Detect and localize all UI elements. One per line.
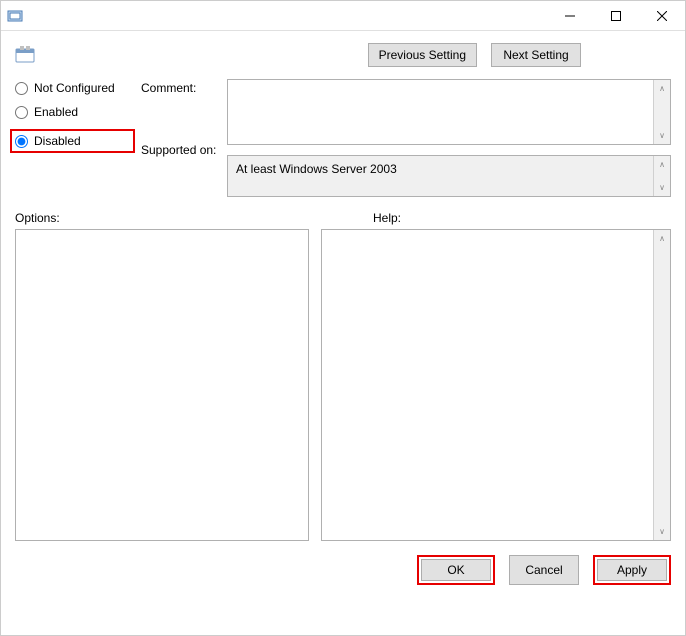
supported-on-scrollbar[interactable]: ∧ ∨ [653, 156, 670, 196]
previous-setting-button[interactable]: Previous Setting [368, 43, 477, 67]
help-label: Help: [373, 211, 401, 225]
app-icon [7, 8, 23, 24]
scroll-down-icon: ∨ [654, 127, 670, 144]
policy-icon [15, 46, 35, 64]
options-pane [15, 229, 309, 541]
highlight-apply: Apply [593, 555, 671, 585]
highlight-ok: OK [417, 555, 495, 585]
radio-not-configured-label: Not Configured [34, 81, 115, 95]
radio-enabled-label: Enabled [34, 105, 78, 119]
minimize-button[interactable] [547, 1, 593, 31]
radio-disabled[interactable]: Disabled [15, 134, 81, 148]
help-scrollbar[interactable]: ∧ ∨ [653, 230, 670, 540]
scroll-up-icon: ∧ [654, 156, 670, 173]
ok-button[interactable]: OK [421, 559, 491, 581]
apply-button[interactable]: Apply [597, 559, 667, 581]
scroll-down-icon: ∨ [654, 523, 670, 540]
scroll-up-icon: ∧ [654, 230, 670, 247]
radio-enabled[interactable]: Enabled [15, 105, 135, 119]
options-content [16, 230, 308, 540]
options-label: Options: [15, 211, 315, 225]
comment-textarea[interactable] [228, 80, 653, 144]
toolbar: Previous Setting Next Setting [1, 31, 685, 67]
help-content [322, 230, 653, 540]
supported-on-label: Supported on: [141, 143, 221, 157]
close-button[interactable] [639, 1, 685, 31]
setting-state-radios: Not Configured Enabled Disabled [15, 75, 135, 197]
maximize-button[interactable] [593, 1, 639, 31]
comment-scrollbar[interactable]: ∧ ∨ [653, 80, 670, 144]
titlebar [1, 1, 685, 31]
radio-not-configured[interactable]: Not Configured [15, 81, 135, 95]
scroll-up-icon: ∧ [654, 80, 670, 97]
comment-field[interactable]: ∧ ∨ [227, 79, 671, 145]
help-pane: ∧ ∨ [321, 229, 671, 541]
supported-on-value: At least Windows Server 2003 [228, 156, 653, 196]
cancel-button[interactable]: Cancel [509, 555, 579, 585]
comment-label: Comment: [141, 81, 221, 95]
supported-on-field: At least Windows Server 2003 ∧ ∨ [227, 155, 671, 197]
next-setting-button[interactable]: Next Setting [491, 43, 581, 67]
highlight-disabled: Disabled [10, 129, 135, 153]
dialog-buttons: OK Cancel Apply [1, 541, 685, 593]
scroll-down-icon: ∨ [654, 179, 670, 196]
radio-disabled-label: Disabled [34, 134, 81, 148]
